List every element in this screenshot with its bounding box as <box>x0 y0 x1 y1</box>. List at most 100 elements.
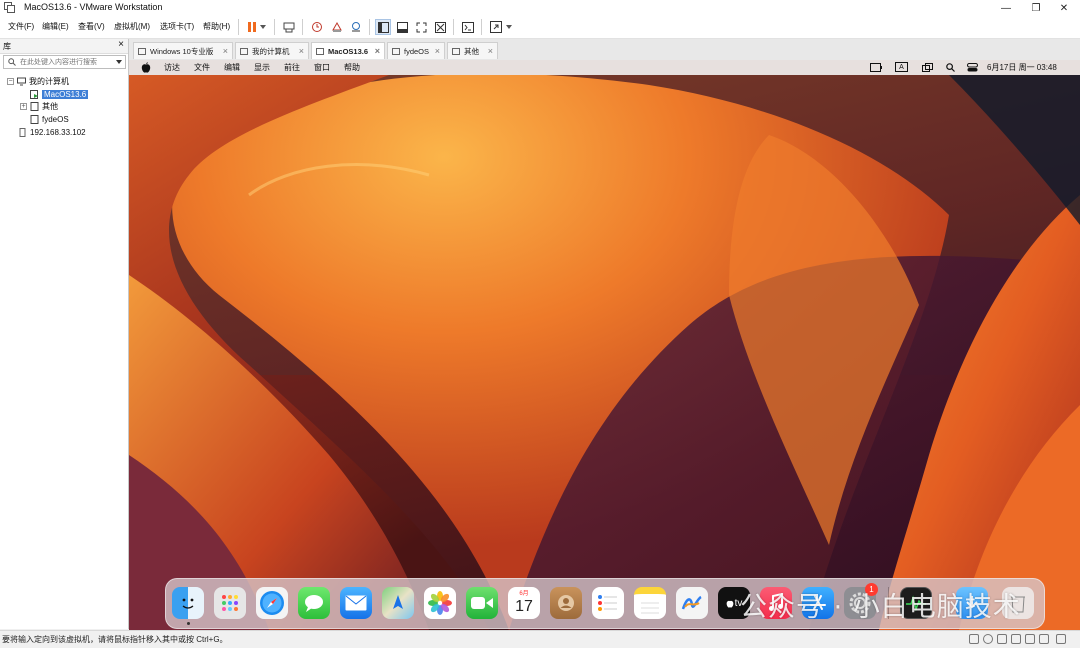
library-close-button[interactable]: × <box>118 39 124 50</box>
sidebar-icon <box>377 21 389 33</box>
tree-item-remote-host[interactable]: 192.168.33.102 <box>18 126 86 138</box>
tab-close-icon[interactable]: × <box>488 46 493 56</box>
freeform-icon[interactable] <box>676 587 708 619</box>
revert-icon <box>332 21 342 32</box>
tab-label: fydeOS <box>404 46 430 56</box>
mac-menu-edit[interactable]: 编辑 <box>224 62 240 73</box>
calendar-icon[interactable]: 6月 17 <box>508 587 540 619</box>
menu-vm[interactable]: 虚拟机(M) <box>114 21 150 32</box>
mac-menu-view[interactable]: 显示 <box>254 62 270 73</box>
finder-icon[interactable] <box>172 587 204 619</box>
spotlight-search-icon[interactable] <box>946 63 955 72</box>
vm-icon <box>30 101 39 111</box>
stretch-dropdown[interactable] <box>504 19 514 35</box>
hard-disk-icon[interactable] <box>969 634 979 644</box>
screen-mirroring-icon[interactable] <box>870 63 882 72</box>
tree-item-my-computer[interactable]: − 我的计算机 <box>7 75 69 87</box>
finder-running-indicator <box>187 622 190 625</box>
pause-icon <box>248 22 256 32</box>
library-title: 库 <box>3 42 11 51</box>
thumbnail-icon <box>396 21 408 33</box>
vm-icon <box>392 47 400 55</box>
tab-other[interactable]: 其他 × <box>447 42 498 59</box>
stretch-guest-button[interactable] <box>488 19 504 35</box>
apple-icon[interactable] <box>141 62 151 73</box>
stretch-icon <box>490 21 502 33</box>
library-header: 库 × <box>0 39 128 54</box>
input-source-indicator[interactable]: A <box>895 62 908 72</box>
tab-windows10[interactable]: Windows 10专业版 × <box>133 42 233 59</box>
clock-icon <box>312 22 322 32</box>
toolbar-separator <box>453 19 454 35</box>
calendar-day: 17 <box>515 598 533 615</box>
menu-view[interactable]: 查看(V) <box>78 21 105 32</box>
mac-menu-file[interactable]: 文件 <box>194 62 210 73</box>
search-input[interactable] <box>20 56 110 68</box>
mac-menu-window[interactable]: 窗口 <box>314 62 330 73</box>
control-center-icon[interactable] <box>967 63 978 72</box>
menu-tabs[interactable]: 选项卡(T) <box>160 21 194 32</box>
fullscreen-button[interactable] <box>413 19 429 35</box>
usb-device-icon[interactable] <box>1011 634 1021 644</box>
vmware-app-icon <box>4 2 15 13</box>
maps-icon[interactable] <box>382 587 414 619</box>
menu-help[interactable]: 帮助(H) <box>203 21 230 32</box>
expand-icon[interactable]: + <box>20 102 27 110</box>
server-icon <box>19 127 26 137</box>
tab-close-icon[interactable]: × <box>299 46 304 56</box>
show-library-button[interactable] <box>375 19 391 35</box>
fullscreen-icon <box>416 22 426 32</box>
thumbnail-bar-button[interactable] <box>394 19 410 35</box>
message-log-icon[interactable] <box>1056 634 1066 644</box>
pause-dropdown[interactable] <box>258 19 268 35</box>
mac-desktop[interactable] <box>129 75 1080 630</box>
mac-menu-finder[interactable]: 访达 <box>164 62 180 73</box>
tree-item-macos[interactable]: MacOS13.6 <box>30 88 89 100</box>
tab-label: 我的计算机 <box>252 46 290 56</box>
console-view-button[interactable] <box>460 19 476 35</box>
launchpad-icon[interactable] <box>214 587 246 619</box>
tab-close-icon[interactable]: × <box>223 46 228 56</box>
photos-icon[interactable] <box>424 587 456 619</box>
revert-snapshot-button[interactable] <box>329 19 345 35</box>
chevron-down-icon[interactable] <box>116 60 122 64</box>
snapshot-manager-button[interactable] <box>348 19 364 35</box>
collapse-icon[interactable]: − <box>7 77 14 85</box>
tree-label-my-computer: 我的计算机 <box>29 76 69 86</box>
tree-item-other[interactable]: + 其他 <box>20 100 58 112</box>
title-bar: MacOS13.6 - VMware Workstation — ❐ ✕ <box>0 0 1080 16</box>
vm-icon <box>316 47 324 55</box>
window-switch-icon[interactable] <box>922 63 933 72</box>
menu-file[interactable]: 文件(F) <box>8 21 34 32</box>
send-ctrl-alt-del-button[interactable] <box>281 19 297 35</box>
tab-my-computer[interactable]: 我的计算机 × <box>235 42 309 59</box>
cd-drive-icon[interactable] <box>983 634 993 644</box>
unity-button[interactable] <box>432 19 448 35</box>
tab-close-icon[interactable]: × <box>375 46 380 56</box>
network-adapter-icon[interactable] <box>997 634 1007 644</box>
menu-toolbar: 文件(F) 编辑(E) 查看(V) 虚拟机(M) 选项卡(T) 帮助(H) <box>0 16 1080 39</box>
notes-icon[interactable] <box>634 587 666 619</box>
toolbar-separator <box>481 19 482 35</box>
snapshot-button[interactable] <box>309 19 325 35</box>
tree-item-fydeos[interactable]: fydeOS <box>30 113 69 125</box>
messages-icon[interactable] <box>298 587 330 619</box>
tab-macos[interactable]: MacOS13.6 × <box>311 42 385 59</box>
mac-menu-go[interactable]: 前往 <box>284 62 300 73</box>
display-icon[interactable] <box>1039 634 1049 644</box>
close-button[interactable]: ✕ <box>1048 0 1080 16</box>
mac-clock[interactable]: 6月17日 周一 03:48 <box>987 62 1057 73</box>
library-search[interactable] <box>3 55 126 69</box>
facetime-icon[interactable] <box>466 587 498 619</box>
minimize-button[interactable]: — <box>990 0 1022 16</box>
menu-edit[interactable]: 编辑(E) <box>42 21 69 32</box>
reminders-icon[interactable] <box>592 587 624 619</box>
safari-icon[interactable] <box>256 587 288 619</box>
mac-menu-help[interactable]: 帮助 <box>344 62 360 73</box>
ventura-wallpaper <box>129 75 1080 630</box>
sound-card-icon[interactable] <box>1025 634 1035 644</box>
contacts-icon[interactable] <box>550 587 582 619</box>
tab-close-icon[interactable]: × <box>435 46 440 56</box>
mail-icon[interactable] <box>340 587 372 619</box>
tab-fydeos[interactable]: fydeOS × <box>387 42 445 59</box>
